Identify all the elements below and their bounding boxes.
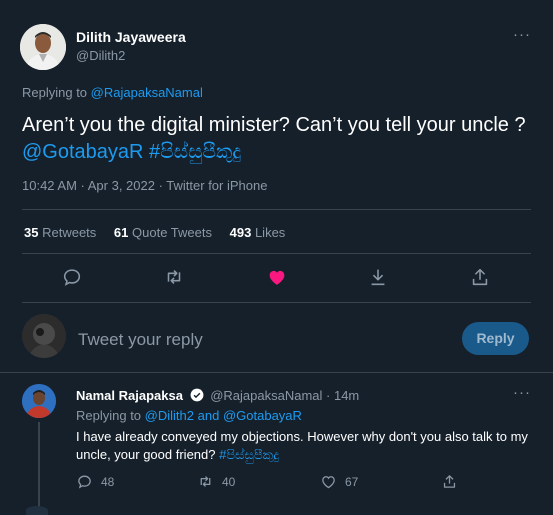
reply-button[interactable]: Reply [462, 322, 529, 355]
replying-prefix: Replying to [22, 85, 88, 100]
reply-likes-count: 67 [345, 475, 359, 489]
retweet-icon[interactable] [163, 266, 185, 288]
reply-and: and [197, 408, 220, 423]
reply-author-handle[interactable]: @RajapaksaNamal [210, 388, 322, 403]
tweet-timestamp[interactable]: 10:42 AM · Apr 3, 2022 · Twitter for iPh… [22, 178, 267, 193]
retweets-stat[interactable]: 35 Retweets [24, 225, 96, 240]
reply-retweet-button[interactable]: 40 [197, 473, 235, 490]
reply-mention-1[interactable]: @Dilith2 [145, 408, 194, 423]
reply-author-name[interactable]: Namal Rajapaksa [76, 388, 183, 403]
replying-to-link[interactable]: @RajapaksaNamal [91, 85, 203, 100]
divider [22, 209, 531, 210]
likes-label: Likes [254, 225, 286, 240]
verified-icon [190, 388, 204, 402]
reply-reply-button[interactable]: 48 [76, 473, 114, 490]
retweet-icon [200, 476, 211, 487]
reply-mention-2[interactable]: @GotabayaR [223, 408, 302, 423]
more-icon[interactable]: ··· [513, 384, 531, 401]
mention-link[interactable]: @GotabayaR [22, 141, 143, 163]
reply-time[interactable]: · 14m [326, 388, 359, 403]
more-icon[interactable]: ··· [513, 26, 531, 43]
quotes-label: Quote Tweets [132, 225, 212, 240]
likes-stat[interactable]: 493 Likes [230, 225, 286, 240]
tweet-detail-view: Dilith Jayaweera @Dilith2 ··· Replying t… [0, 0, 553, 515]
reply-like-button[interactable]: 67 [320, 473, 358, 490]
reply-replying-to: Replying to @Dilith2 and @GotabayaR [76, 408, 302, 423]
quotes-stat[interactable]: 61 Quote Tweets [114, 225, 212, 240]
reply-retweets-count: 40 [222, 475, 236, 489]
thread-line [38, 422, 40, 515]
replying-to: Replying to @RajapaksaNamal [22, 85, 203, 100]
reply-replies-count: 48 [101, 475, 115, 489]
reply-hashtag-link[interactable]: #පිස්සුපීකුදු [219, 447, 279, 462]
retweets-label: Retweets [42, 225, 97, 240]
author-handle[interactable]: @Dilith2 [76, 48, 125, 63]
divider [22, 302, 531, 303]
tweet-text-body: Aren’t you the digital minister? Can’t y… [22, 114, 526, 136]
next-avatar-partial [26, 506, 48, 515]
bookmark-download-icon[interactable] [367, 266, 389, 288]
reply-icon[interactable] [61, 266, 83, 288]
divider [0, 372, 553, 373]
reply-replying-prefix: Replying to [76, 408, 142, 423]
reply-text: I have already conveyed my objections. H… [76, 428, 536, 464]
author-avatar[interactable] [20, 24, 66, 70]
reply-header: Namal Rajapaksa @RajapaksaNamal · 14m [76, 388, 359, 403]
reply-text-body: I have already conveyed my objections. H… [76, 429, 528, 462]
tweet-text: Aren’t you the digital minister? Can’t y… [22, 112, 532, 166]
author-name[interactable]: Dilith Jayaweera [76, 29, 186, 45]
retweets-count: 35 [24, 225, 39, 240]
tweet-stats: 35 Retweets 61 Quote Tweets 493 Likes [24, 225, 299, 240]
my-avatar[interactable] [22, 314, 66, 358]
reply-author-avatar[interactable] [22, 384, 56, 418]
likes-count: 493 [229, 225, 252, 240]
divider [22, 253, 531, 254]
hashtag-link[interactable]: #පිස්සුපීකුදු [149, 141, 241, 163]
reply-input[interactable]: Tweet your reply [78, 330, 203, 350]
share-icon [443, 475, 456, 488]
quotes-count: 61 [113, 225, 129, 240]
reply-icon [78, 475, 91, 489]
like-icon [322, 476, 335, 489]
reply-share-button[interactable] [441, 473, 466, 490]
like-icon[interactable] [266, 266, 288, 288]
share-icon[interactable] [469, 266, 491, 288]
